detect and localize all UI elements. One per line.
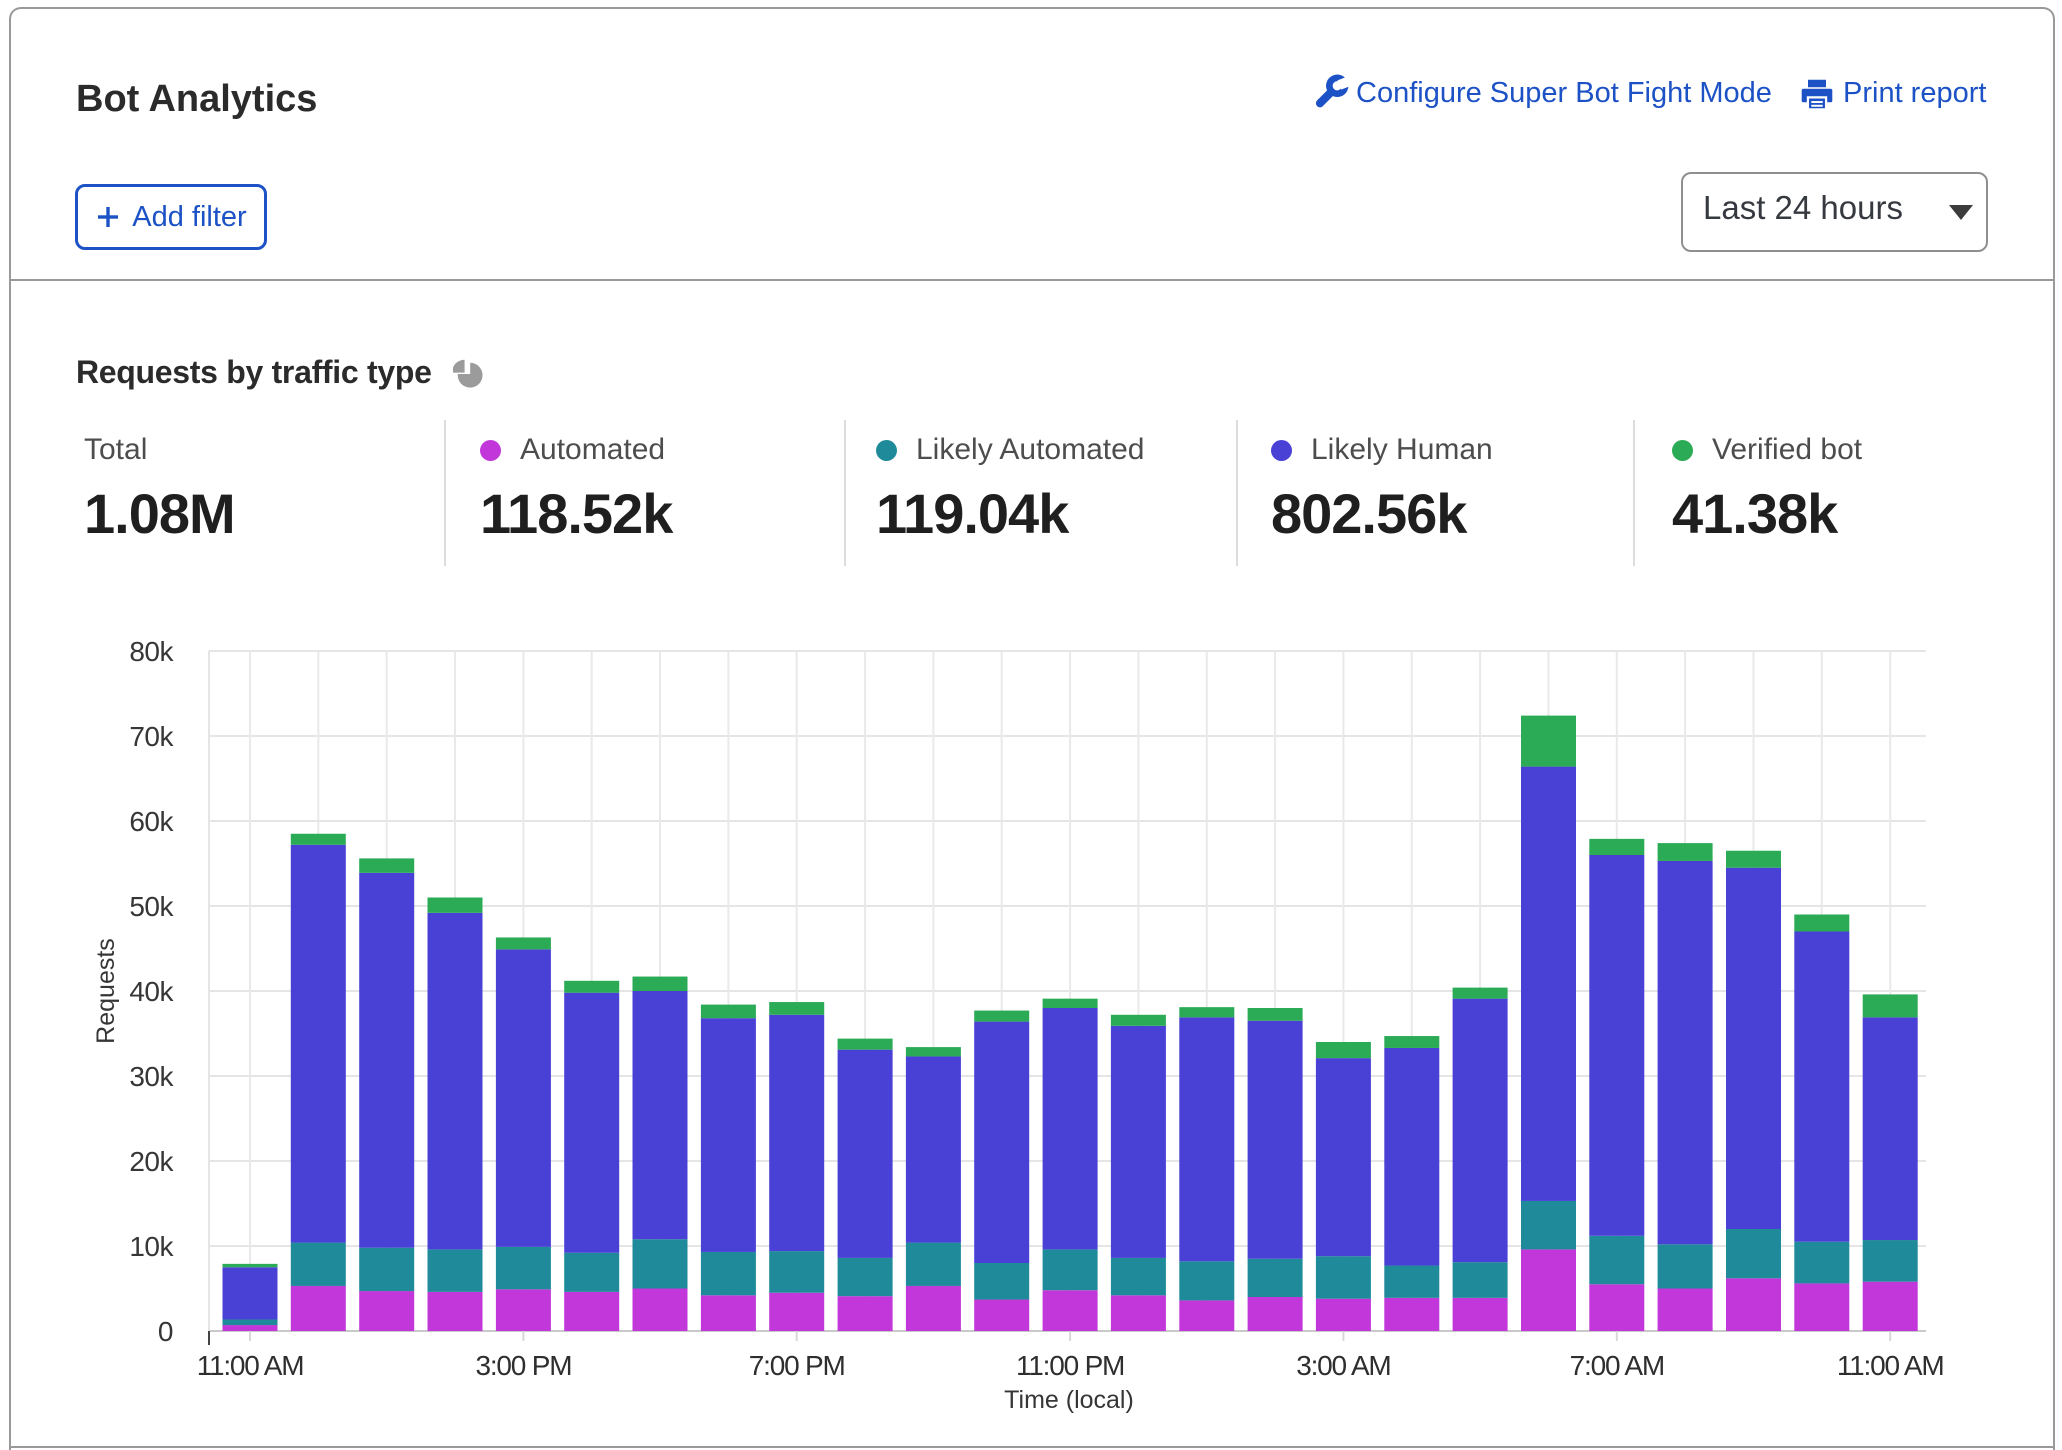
svg-text:7:00 PM: 7:00 PM: [749, 1350, 845, 1381]
svg-text:Requests: Requests: [92, 938, 120, 1044]
svg-text:80k: 80k: [129, 636, 174, 667]
svg-text:0: 0: [158, 1316, 173, 1347]
svg-text:Time (local): Time (local): [1004, 1386, 1134, 1414]
svg-text:7:00 AM: 7:00 AM: [1570, 1350, 1664, 1381]
svg-text:3:00 AM: 3:00 AM: [1296, 1350, 1390, 1381]
svg-text:11:00 AM: 11:00 AM: [197, 1350, 304, 1381]
svg-text:11:00 AM: 11:00 AM: [1837, 1350, 1944, 1381]
svg-text:40k: 40k: [129, 976, 174, 1007]
svg-text:70k: 70k: [129, 721, 174, 752]
svg-text:11:00 PM: 11:00 PM: [1016, 1350, 1124, 1381]
svg-text:20k: 20k: [129, 1146, 174, 1177]
svg-text:30k: 30k: [129, 1061, 174, 1092]
svg-text:10k: 10k: [129, 1231, 174, 1262]
svg-text:50k: 50k: [129, 891, 174, 922]
svg-text:60k: 60k: [129, 806, 174, 837]
svg-text:3:00 PM: 3:00 PM: [475, 1350, 571, 1381]
